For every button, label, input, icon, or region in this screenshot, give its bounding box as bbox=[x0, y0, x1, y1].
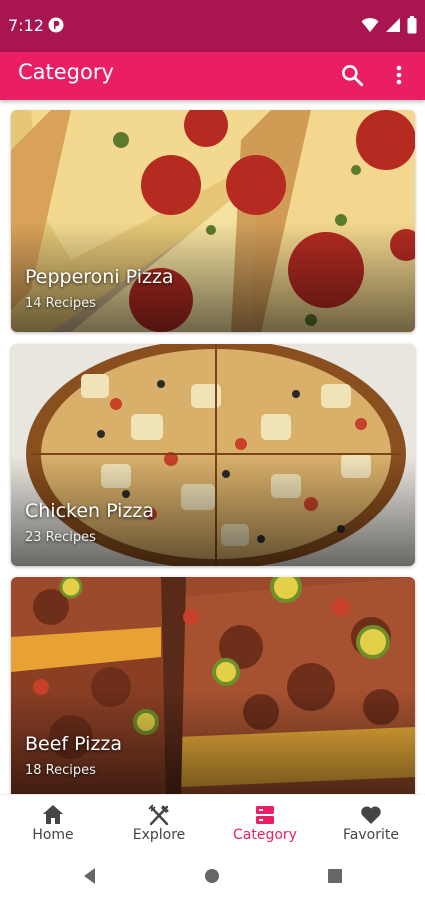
category-icon bbox=[256, 806, 274, 824]
recents-icon[interactable] bbox=[323, 864, 347, 888]
nav-item-category[interactable]: Category bbox=[212, 795, 318, 853]
page-title: Category bbox=[18, 60, 114, 84]
category-recipe-count: 18 Recipes bbox=[25, 763, 96, 778]
heart-icon bbox=[361, 806, 381, 824]
nav-label: Category bbox=[233, 827, 297, 843]
category-name: Chicken Pizza bbox=[25, 500, 155, 522]
nav-item-home[interactable]: Home bbox=[0, 795, 106, 853]
nav-label: Explore bbox=[132, 827, 186, 843]
system-navigation-bar bbox=[0, 852, 425, 900]
bottom-navigation: Home Explore Category Favorite bbox=[0, 794, 425, 852]
notification-app-icon bbox=[48, 17, 64, 33]
category-name: Pepperoni Pizza bbox=[25, 266, 174, 288]
app-bar: Category bbox=[0, 52, 425, 100]
category-card-beef[interactable]: Beef Pizza 18 Recipes bbox=[11, 577, 415, 794]
nav-label: Favorite bbox=[343, 827, 399, 843]
nav-item-explore[interactable]: Explore bbox=[106, 795, 212, 853]
battery-icon bbox=[407, 16, 417, 34]
nav-item-favorite[interactable]: Favorite bbox=[318, 795, 424, 853]
back-icon[interactable] bbox=[78, 864, 102, 888]
search-icon[interactable] bbox=[339, 62, 365, 88]
fork-knife-icon bbox=[148, 804, 169, 826]
category-name: Beef Pizza bbox=[25, 733, 123, 755]
wifi-icon bbox=[361, 17, 379, 32]
category-recipe-count: 23 Recipes bbox=[25, 530, 96, 545]
category-card-pepperoni[interactable]: Pepperoni Pizza 14 Recipes bbox=[11, 110, 415, 332]
category-list[interactable]: Pepperoni Pizza 14 Recipes Chicken Pizza… bbox=[0, 100, 425, 794]
category-card-chicken[interactable]: Chicken Pizza 23 Recipes bbox=[11, 344, 415, 566]
home-circle-icon[interactable] bbox=[200, 864, 224, 888]
home-icon bbox=[43, 805, 63, 824]
more-vert-icon[interactable] bbox=[393, 62, 405, 88]
status-indicators bbox=[361, 16, 417, 34]
status-bar: 7:12 bbox=[0, 0, 425, 52]
signal-icon bbox=[386, 18, 400, 32]
status-time: 7:12 bbox=[8, 16, 44, 35]
category-recipe-count: 14 Recipes bbox=[25, 296, 96, 311]
nav-label: Home bbox=[32, 827, 74, 843]
